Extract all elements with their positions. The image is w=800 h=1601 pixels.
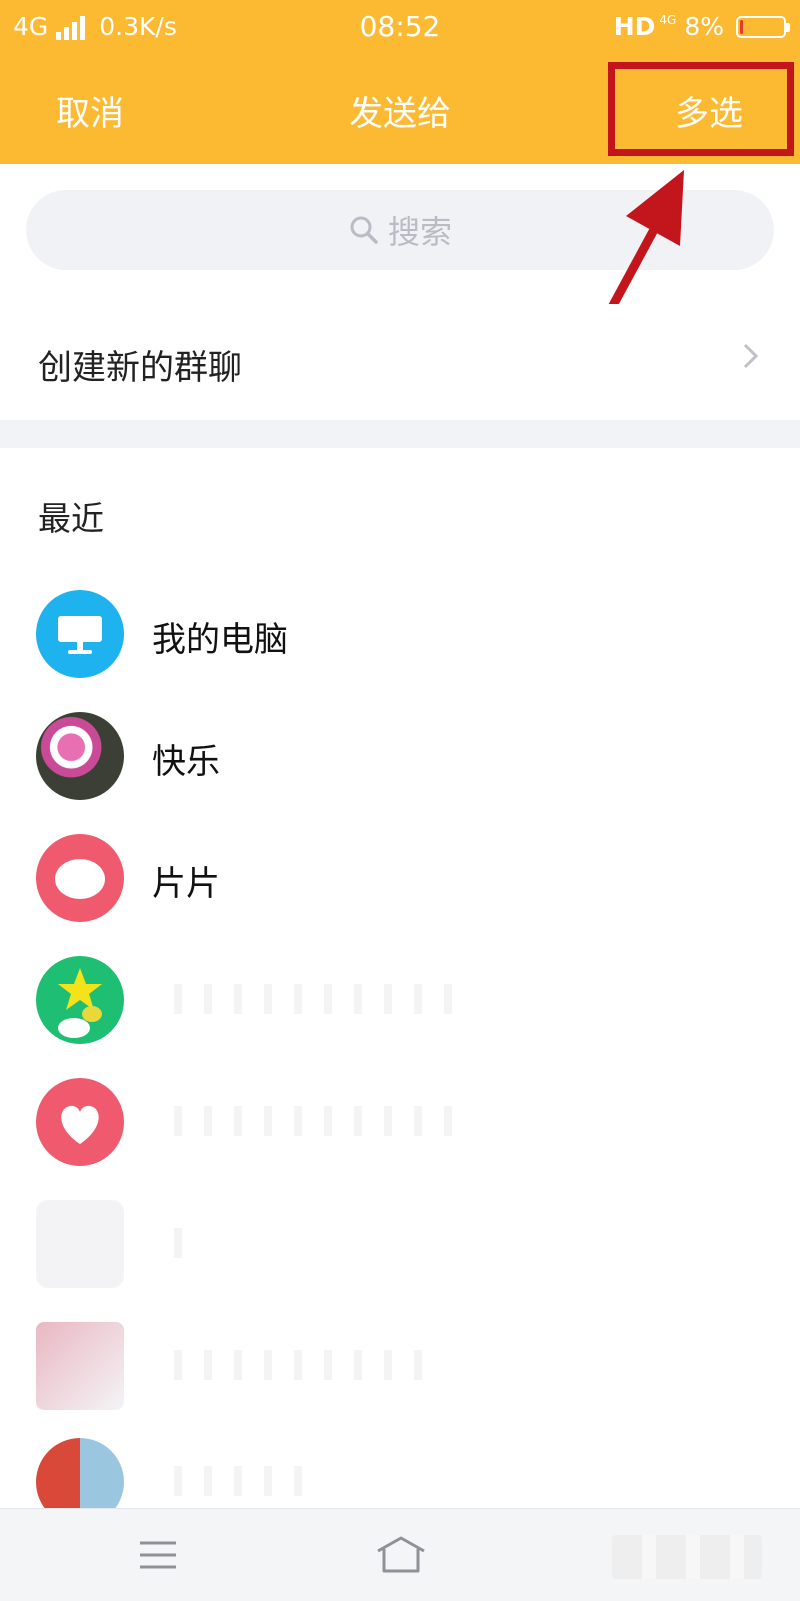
- create-group-label: 创建新的群聊: [38, 348, 242, 388]
- contact-name: 快乐: [152, 742, 220, 782]
- redacted-name: [152, 1466, 312, 1496]
- contact-redacted-4[interactable]: [0, 1312, 800, 1424]
- avatar: [36, 1200, 124, 1288]
- hd-indicator: HD: [613, 12, 656, 41]
- redacted-name: [152, 1228, 202, 1258]
- section-divider: [0, 420, 800, 448]
- star-icon: [58, 968, 102, 1038]
- contact-redacted-2[interactable]: [0, 1068, 800, 1180]
- contact-happy[interactable]: 快乐: [0, 702, 800, 814]
- recent-section-label: 最近: [38, 499, 104, 538]
- status-right: HD 4G 8%: [613, 12, 790, 41]
- avatar: [36, 590, 124, 678]
- heart-icon: [61, 1105, 99, 1144]
- heart-icon: [55, 859, 105, 899]
- redacted-name: [152, 1106, 452, 1136]
- contact-redacted-3[interactable]: [0, 1190, 800, 1302]
- avatar: [36, 1322, 124, 1410]
- status-bar: 4G 0.3K/s 08:52 HD 4G 8%: [0, 0, 800, 56]
- contact-my-computer[interactable]: 我的电脑: [0, 580, 800, 692]
- avatar: [36, 1078, 124, 1166]
- contact-redacted-1[interactable]: [0, 946, 800, 1058]
- menu-icon[interactable]: [138, 1539, 178, 1571]
- contact-redacted-5[interactable]: [0, 1428, 800, 1508]
- avatar: [36, 712, 124, 800]
- system-navigation-bar: [0, 1508, 800, 1601]
- contact-name: 片片: [152, 864, 220, 904]
- search-placeholder: 搜索: [387, 213, 452, 251]
- chevron-right-icon: [743, 343, 759, 369]
- back-button[interactable]: [612, 1535, 762, 1579]
- search-icon: [350, 216, 378, 244]
- create-group-row[interactable]: 创建新的群聊: [0, 304, 800, 420]
- computer-icon: [58, 616, 102, 654]
- avatar: [36, 956, 124, 1044]
- battery-icon: [736, 15, 790, 38]
- battery-percent: 8%: [684, 12, 724, 41]
- redacted-name: [152, 984, 452, 1014]
- highlight-annotation-box: [608, 62, 794, 156]
- contact-pianpian[interactable]: 片片: [0, 824, 800, 936]
- volte-indicator: 4G: [659, 13, 677, 27]
- contact-name: 我的电脑: [152, 620, 288, 660]
- battery-level-fill: [740, 19, 743, 34]
- home-icon[interactable]: [374, 1535, 428, 1575]
- redacted-name: [152, 1350, 442, 1380]
- avatar: [36, 1438, 124, 1508]
- avatar: [36, 834, 124, 922]
